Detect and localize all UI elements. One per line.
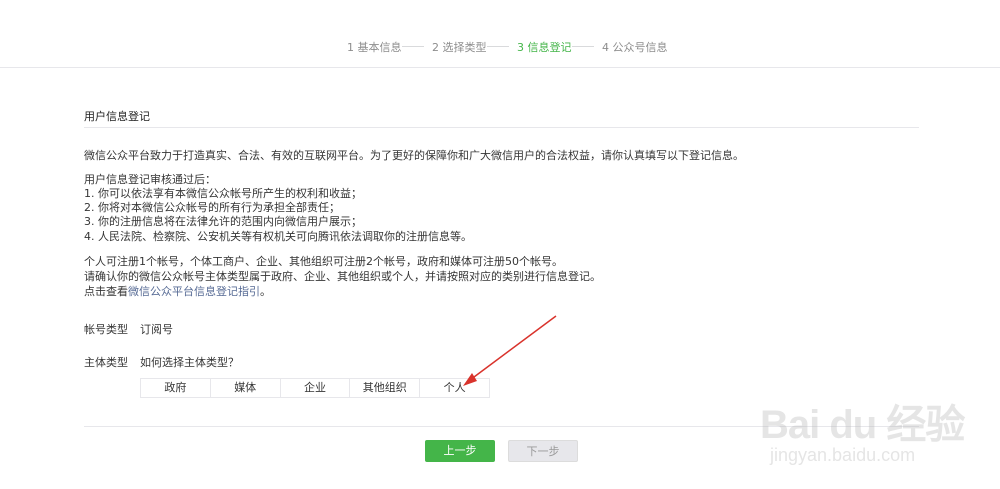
baidu-watermark-logo: Bai du 经验: [760, 403, 965, 447]
baidu-watermark-url: jingyan.baidu.com: [770, 445, 916, 465]
